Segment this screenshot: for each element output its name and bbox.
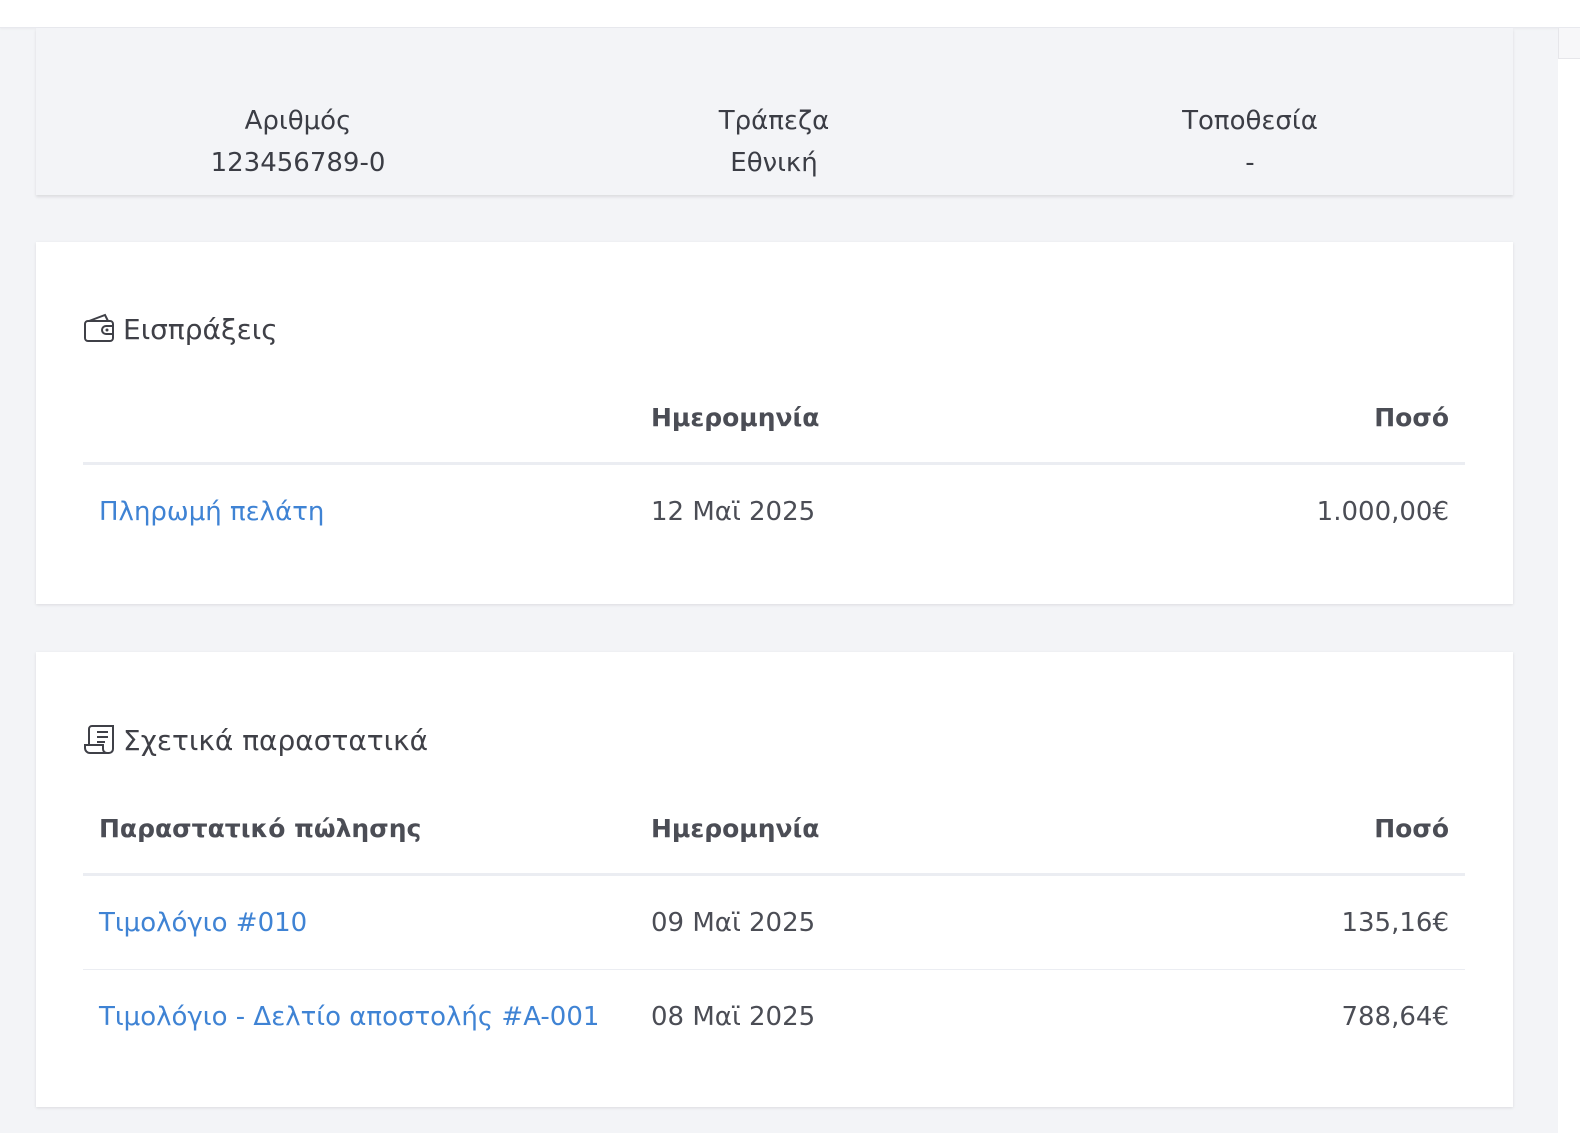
document-link[interactable]: Τιμολόγιο - Δελτίο αποστολής #A-001 [99,1002,599,1032]
table-row: Τιμολόγιο - Δελτίο αποστολής #A-001 08 Μ… [83,970,1465,1064]
bank-field: Τράπεζα Εθνική [624,100,924,184]
location-value: - [1245,148,1255,178]
location-label: Τοποθεσία [1182,106,1318,136]
documents-title: Σχετικά παραστατικά [83,723,428,757]
scrollbar-track[interactable] [1558,28,1580,1133]
receipt-description-cell: Πληρωμή πελάτη [83,464,635,559]
documents-title-label: Σχετικά παραστατικά [123,723,429,757]
documents-header-row: Παραστατικό πώλησης Ημερομηνία Ποσό [83,783,1465,876]
receipt-date-cell: 12 Μαϊ 2025 [651,496,816,527]
bank-label: Τράπεζα [718,106,830,136]
table-row: Τιμολόγιο #010 09 Μαϊ 2025 135,16€ [83,874,1465,970]
documents-table: Παραστατικό πώλησης Ημερομηνία Ποσό Τιμο… [83,783,1465,1063]
scroll-document-icon [83,723,117,757]
receipts-header-row: Ημερομηνία Ποσό [83,372,1465,465]
receipts-title: Εισπράξεις [83,312,278,346]
location-field: Τοποθεσία - [1100,100,1400,184]
receipts-table: Ημερομηνία Ποσό Πληρωμή πελάτη 12 Μαϊ 20… [83,372,1465,558]
receipts-header-date: Ημερομηνία [635,372,1117,465]
account-number-field: Αριθμός 123456789-0 [148,100,448,184]
document-amount-cell: 788,64€ [1341,1001,1449,1032]
receipts-header-amount: Ποσό [1117,372,1465,465]
documents-header-document: Παραστατικό πώλησης [83,783,635,876]
document-name-cell: Τιμολόγιο - Δελτίο αποστολής #A-001 [83,970,635,1064]
receipts-header-description [83,372,635,465]
wallet-icon [83,312,117,346]
table-row: Πληρωμή πελάτη 12 Μαϊ 2025 1.000,00€ [83,464,1465,559]
document-link[interactable]: Τιμολόγιο #010 [99,908,307,938]
top-bar [0,0,1580,28]
document-amount-cell: 135,16€ [1117,874,1465,970]
receipts-card: Εισπράξεις Ημερομηνία Ποσό Πληρωμή πελάτ… [36,242,1513,604]
bank-value: Εθνική [730,148,818,178]
document-date-cell: 08 Μαϊ 2025 [651,1001,816,1032]
account-number-value: 123456789-0 [210,148,386,178]
account-number-label: Αριθμός [244,106,352,136]
documents-header-date: Ημερομηνία [635,783,1117,876]
receipts-title-label: Εισπράξεις [123,312,278,346]
related-documents-card: Σχετικά παραστατικά Παραστατικό πώλησης … [36,652,1513,1107]
document-name-cell: Τιμολόγιο #010 [83,874,635,970]
documents-header-amount: Ποσό [1117,783,1465,876]
scrollbar-thumb[interactable] [1558,28,1580,59]
receipt-amount-cell: 1.000,00€ [1316,496,1449,527]
account-info-card: Αριθμός 123456789-0 Τράπεζα Εθνική Τοποθ… [36,28,1513,195]
receipt-link[interactable]: Πληρωμή πελάτη [99,497,324,527]
document-date-cell: 09 Μαϊ 2025 [635,874,1117,970]
